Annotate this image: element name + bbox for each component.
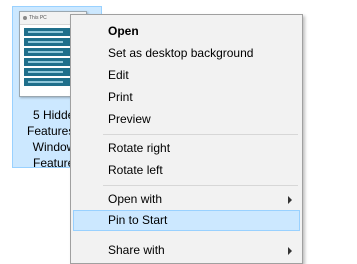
submenu-arrow-icon [288, 247, 292, 255]
menu-item-preview[interactable]: Preview [73, 109, 300, 130]
menu-item-set-desktop-background[interactable]: Set as desktop background [73, 43, 300, 64]
menu-item-edit[interactable]: Edit [73, 65, 300, 86]
menu-item-open-with[interactable]: Open with [73, 189, 300, 210]
menu-item-rotate-left[interactable]: Rotate left [73, 160, 300, 181]
thumbnail-window-icon [23, 15, 27, 20]
context-menu: Open Set as desktop background Edit Prin… [70, 14, 303, 264]
menu-item-label: Share with [108, 243, 165, 257]
menu-separator [103, 185, 298, 186]
menu-separator [103, 134, 298, 135]
thumbnail-title: This PC [29, 15, 47, 21]
submenu-arrow-icon [288, 196, 292, 204]
menu-item-print[interactable]: Print [73, 87, 300, 108]
menu-item-open[interactable]: Open [73, 21, 300, 42]
menu-item-rotate-right[interactable]: Rotate right [73, 138, 300, 159]
menu-item-pin-to-start[interactable]: Pin to Start [73, 210, 300, 231]
menu-item-label: Open with [108, 192, 163, 206]
